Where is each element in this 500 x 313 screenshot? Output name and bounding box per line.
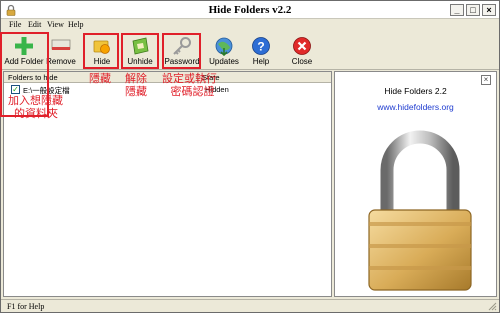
updates-button[interactable]: Updates [207, 34, 241, 68]
highlight-hide [83, 33, 119, 69]
annotation-password-line1: 設定或執行 [162, 72, 217, 85]
help-label: Help [252, 57, 270, 66]
annotation-password-line2: 密碼認證 [170, 85, 215, 98]
annotation-unhide-line1: 解除 [125, 72, 147, 85]
annotation-password: 設定或執行 密碼認證 [162, 72, 217, 98]
remove-label: Remove [46, 57, 76, 66]
close-label: Close [291, 57, 313, 66]
annotation-add-folder-line1: 加入想隱藏 [8, 94, 63, 107]
menu-bar: File Edit View Help [1, 19, 499, 31]
minimize-button[interactable]: _ [450, 4, 464, 16]
toolbar: Add Folder Remove Hide Unhide Password U… [1, 31, 499, 70]
resize-grip-icon[interactable] [487, 301, 497, 311]
title-bar: Hide Folders v2.2 _ □ × [1, 1, 499, 19]
annotation-add-folder-line2: 的資料夾 [14, 107, 58, 120]
updates-label: Updates [209, 57, 239, 66]
annotation-unhide-line2: 隱藏 [125, 85, 147, 98]
status-text: F1 for Help [7, 302, 45, 311]
close-window-button[interactable]: × [482, 4, 496, 16]
highlight-password [162, 33, 201, 69]
menu-file[interactable]: File [9, 20, 21, 29]
maximize-button[interactable]: □ [466, 4, 480, 16]
menu-edit[interactable]: Edit [28, 20, 41, 29]
info-panel-title: Hide Folders 2.2 [384, 86, 447, 96]
help-icon: ? [252, 37, 270, 55]
close-icon [293, 37, 311, 55]
padlock-icon [368, 130, 472, 291]
window-title: Hide Folders v2.2 [208, 4, 292, 16]
close-button[interactable]: Close [285, 34, 319, 68]
highlight-unhide [121, 33, 159, 69]
annotation-unhide: 解除 隱藏 [125, 72, 147, 98]
globe-update-icon [215, 37, 233, 56]
annotation-add-folder: 加入想隱藏 的資料夾 [8, 94, 63, 120]
svg-text:?: ? [257, 40, 264, 54]
info-panel-close-icon[interactable]: × [481, 75, 491, 85]
website-link[interactable]: www.hidefolders.org [335, 102, 496, 112]
help-button[interactable]: ? Help [246, 34, 276, 68]
menu-help[interactable]: Help [68, 20, 84, 29]
menu-view[interactable]: View [47, 20, 64, 29]
hide-folders-window: Hide Folders v2.2 _ □ × File Edit View H… [0, 0, 500, 313]
remove-icon [51, 39, 71, 50]
info-panel: × Hide Folders 2.2 www.hidefolders.org [334, 71, 497, 297]
remove-button[interactable]: Remove [45, 34, 77, 68]
annotation-hide: 隱藏 [89, 72, 111, 85]
status-bar: F1 for Help [1, 299, 499, 312]
